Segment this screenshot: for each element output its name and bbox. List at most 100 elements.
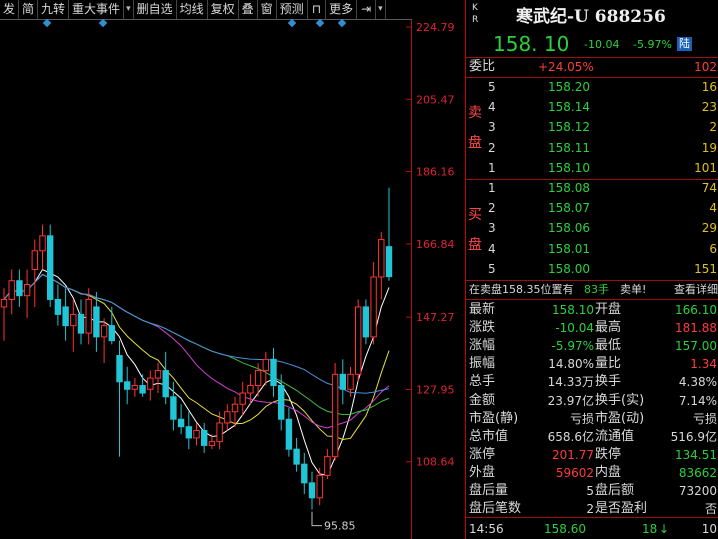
candle[interactable] [139,374,146,397]
candle-body [224,411,231,424]
order-volume: 6 [709,241,717,256]
candle[interactable] [39,224,46,270]
candle[interactable] [270,348,277,397]
goto-end-icon[interactable]: ⇥ [357,0,377,19]
candle[interactable] [116,340,123,457]
candle[interactable] [370,262,377,345]
stat-label: 是否盈利 [595,501,648,517]
candle[interactable] [162,351,169,405]
bid-row[interactable]: 2 158.07 4 [466,199,718,217]
stat-row: 振幅 14.80% 量比 1.34 [466,355,718,373]
bid-row[interactable]: 1 158.08 74 [466,179,718,197]
stat-label: 市盈(动) [595,410,645,426]
lock-icon[interactable]: ⊓ [308,0,327,19]
candle[interactable] [147,370,154,401]
candle[interactable] [339,359,347,405]
candle-body [170,396,177,420]
stat-value: 158.10 [552,303,594,317]
candle-body [301,463,308,484]
candle[interactable] [316,467,323,506]
stat-value: -5.97% [551,339,594,354]
divider [466,299,718,300]
stat-row: 涨停 201.77 跌停 134.51 [466,446,718,464]
candle[interactable] [355,299,362,382]
candle[interactable] [8,269,15,315]
bid-row[interactable]: 5 158.00 151 [466,260,718,278]
order-price: 158.07 [548,201,590,216]
candle[interactable] [262,351,270,386]
bid-row[interactable]: 4 158.01 6 [466,240,718,258]
candle[interactable] [239,381,246,416]
simple-button[interactable]: 简 [19,0,39,19]
adjust-button[interactable]: 复权 [208,0,239,19]
toolbar-dropdown-icon[interactable]: ▾ [376,0,386,19]
hair-button[interactable]: 发 [0,0,20,19]
candle[interactable] [285,407,293,457]
level: 2 [488,201,496,216]
candle[interactable] [301,452,308,495]
level: 3 [488,221,496,236]
nine-turn-button[interactable]: 九转 [38,0,70,19]
candle-body [154,370,162,379]
candle[interactable] [308,471,316,510]
order-alert[interactable]: 在卖盘158.35位置有 83手 卖单! 查看详细 [466,281,718,299]
candle-body [77,313,85,334]
candle[interactable] [154,363,162,394]
alert-text: 在卖盘158.35位置有 [469,283,574,296]
ask-row[interactable]: 5 158.20 16 [466,78,718,96]
order-price: 158.06 [548,221,590,236]
candle[interactable] [170,381,177,431]
low-price-label: 95.85 [324,520,356,533]
candle[interactable] [70,299,77,352]
events-dropdown-icon[interactable]: ▾ [124,0,134,19]
stat-label: 最低 [595,338,622,354]
more-button[interactable]: 更多 [326,0,358,19]
candle[interactable] [201,422,208,453]
window-button[interactable]: 窗 [258,0,277,19]
bid-row[interactable]: 3 158.06 29 [466,219,718,237]
candle[interactable] [185,411,193,450]
order-price: 158.00 [548,261,590,276]
candle[interactable] [385,187,393,281]
candle-body [116,355,123,383]
candle[interactable] [16,269,23,307]
view-detail-link[interactable]: 查看详细 [674,281,718,299]
candle[interactable] [293,437,300,472]
kline-chart[interactable]: 224.79 205.47 186.16 166.84 147.27 127.95 108.… [0,0,465,539]
candle[interactable] [0,288,8,341]
candle[interactable] [324,449,331,480]
candle[interactable] [131,378,139,397]
remove-watchlist-button[interactable]: 删自选 [134,0,177,19]
ask-row[interactable]: 2 158.11 19 [466,139,718,157]
candle[interactable] [177,404,185,435]
candle[interactable] [47,224,54,307]
forecast-button[interactable]: 预测 [277,0,308,19]
candle[interactable] [362,299,370,345]
candle[interactable] [108,306,115,345]
ask-row[interactable]: 3 158.12 2 [466,118,718,136]
major-events-button[interactable]: 重大事件 [69,0,125,19]
candle[interactable] [77,299,85,345]
candle-body [262,358,270,372]
order-price: 158.12 [548,120,590,135]
candle[interactable] [224,404,231,431]
candle[interactable] [331,363,339,461]
ask-row[interactable]: 1 158.10 101 [466,159,718,177]
stat-value: 134.51 [675,447,717,462]
candle[interactable] [378,232,385,300]
order-volume: 4 [709,201,717,216]
candle[interactable] [54,284,62,326]
candle[interactable] [100,318,108,364]
candle[interactable] [23,269,31,319]
ask-row[interactable]: 4 158.14 23 [466,98,718,116]
overlay-button[interactable]: 叠 [239,0,258,19]
candle[interactable] [193,422,200,446]
candle-body [131,385,139,390]
candle[interactable] [31,239,38,307]
y-tick-label: 166.84 [416,238,455,251]
candle[interactable] [124,366,131,405]
ma-button[interactable]: 均线 [177,0,208,19]
ma20-line [3,273,390,429]
candle-body [93,306,100,338]
candle[interactable] [62,288,69,341]
